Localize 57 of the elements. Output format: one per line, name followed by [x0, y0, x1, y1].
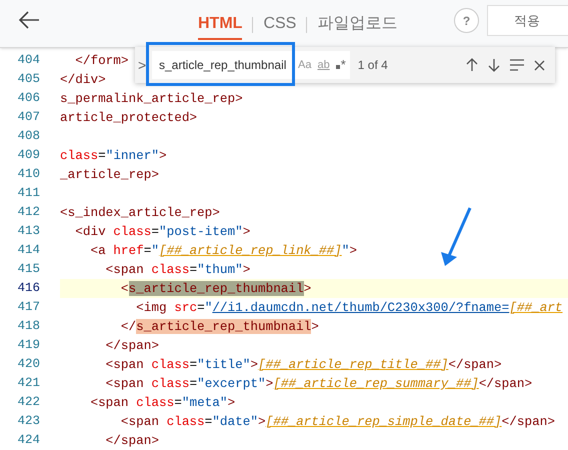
code-line: article_protected>: [60, 108, 198, 127]
line-number: 421: [16, 375, 40, 392]
help-button[interactable]: ?: [454, 8, 479, 33]
line-number: 411: [16, 185, 40, 202]
back-arrow-icon[interactable]: [18, 11, 40, 29]
code-line: <span class="title">[##_article_rep_title_##]</span>: [104, 356, 502, 374]
code-line: <span class="date">[##_article_rep_simple_date_##]</span>: [120, 412, 555, 431]
match-case-toggle[interactable]: Aa: [298, 56, 312, 74]
code-line: class="inner">: [60, 146, 167, 165]
line-number: 424: [16, 432, 40, 450]
find-input[interactable]: s_article_rep_thumbnail: [152, 51, 288, 79]
up-arrow-icon[interactable]: [466, 58, 478, 72]
code-line: <s_article_rep_thumbnail>: [120, 280, 312, 298]
code-line: <span class="thum">: [104, 260, 250, 279]
code-line: <s_index_article_rep>: [60, 204, 220, 222]
code-line: <span class="meta">: [89, 394, 236, 412]
close-icon[interactable]: [534, 60, 545, 70]
tab[interactable]: HTML: [198, 10, 242, 40]
code-line: s_permalink_article_rep>: [60, 90, 243, 108]
line-number: 422: [16, 394, 40, 412]
code-line: <div class="post-item">: [74, 222, 250, 241]
line-number: 413: [16, 223, 40, 240]
tab[interactable]: CSS: [263, 10, 296, 40]
line-number: 423: [16, 413, 40, 430]
line-number: 410: [16, 166, 40, 184]
apply-button[interactable]: 적용: [487, 5, 568, 36]
line-number: 407: [16, 109, 40, 126]
line-number: 414: [16, 242, 40, 260]
line-number: 406: [16, 90, 40, 108]
arrow: [441, 207, 472, 266]
line-number: 416: [16, 280, 40, 298]
whole-word-toggle[interactable]: ab: [317, 56, 330, 74]
line-number: 408: [16, 128, 40, 146]
code-line: </span>: [104, 336, 159, 355]
code-line: </s_article_rep_thumbnail>: [120, 318, 319, 336]
code-line: </form>: [74, 52, 129, 70]
line-number: 405: [16, 71, 40, 88]
code-line: _article_rep>: [60, 166, 159, 184]
code-line: </span>: [104, 432, 159, 450]
line-number: 418: [16, 318, 40, 336]
tab[interactable]: 파일업로드: [317, 10, 398, 40]
selection-lines-icon[interactable]: [510, 59, 524, 71]
line-number: 420: [16, 356, 40, 374]
code-line: </div>: [60, 70, 106, 89]
line-number: 412: [16, 204, 40, 222]
match-count: 1 of 4: [358, 57, 388, 74]
down-arrow-icon[interactable]: [488, 58, 500, 72]
line-number: 409: [16, 147, 40, 164]
line-number: 415: [16, 261, 40, 278]
find-toggle[interactable]: >: [138, 54, 150, 76]
code-line: <a href="[##_article_rep_link_##]">: [89, 242, 357, 260]
code-line: <span class="excerpt">[##_article_rep_summary_##]</span>: [104, 374, 532, 393]
regex-toggle[interactable]: *: [336, 55, 346, 75]
line-number: 417: [16, 299, 40, 316]
line-number: 404: [16, 52, 40, 70]
line-number: 419: [16, 337, 40, 354]
code-line: <img src="//i1.daumcdn.net/thumb/C230x300/?fname=[##_art: [135, 298, 563, 317]
